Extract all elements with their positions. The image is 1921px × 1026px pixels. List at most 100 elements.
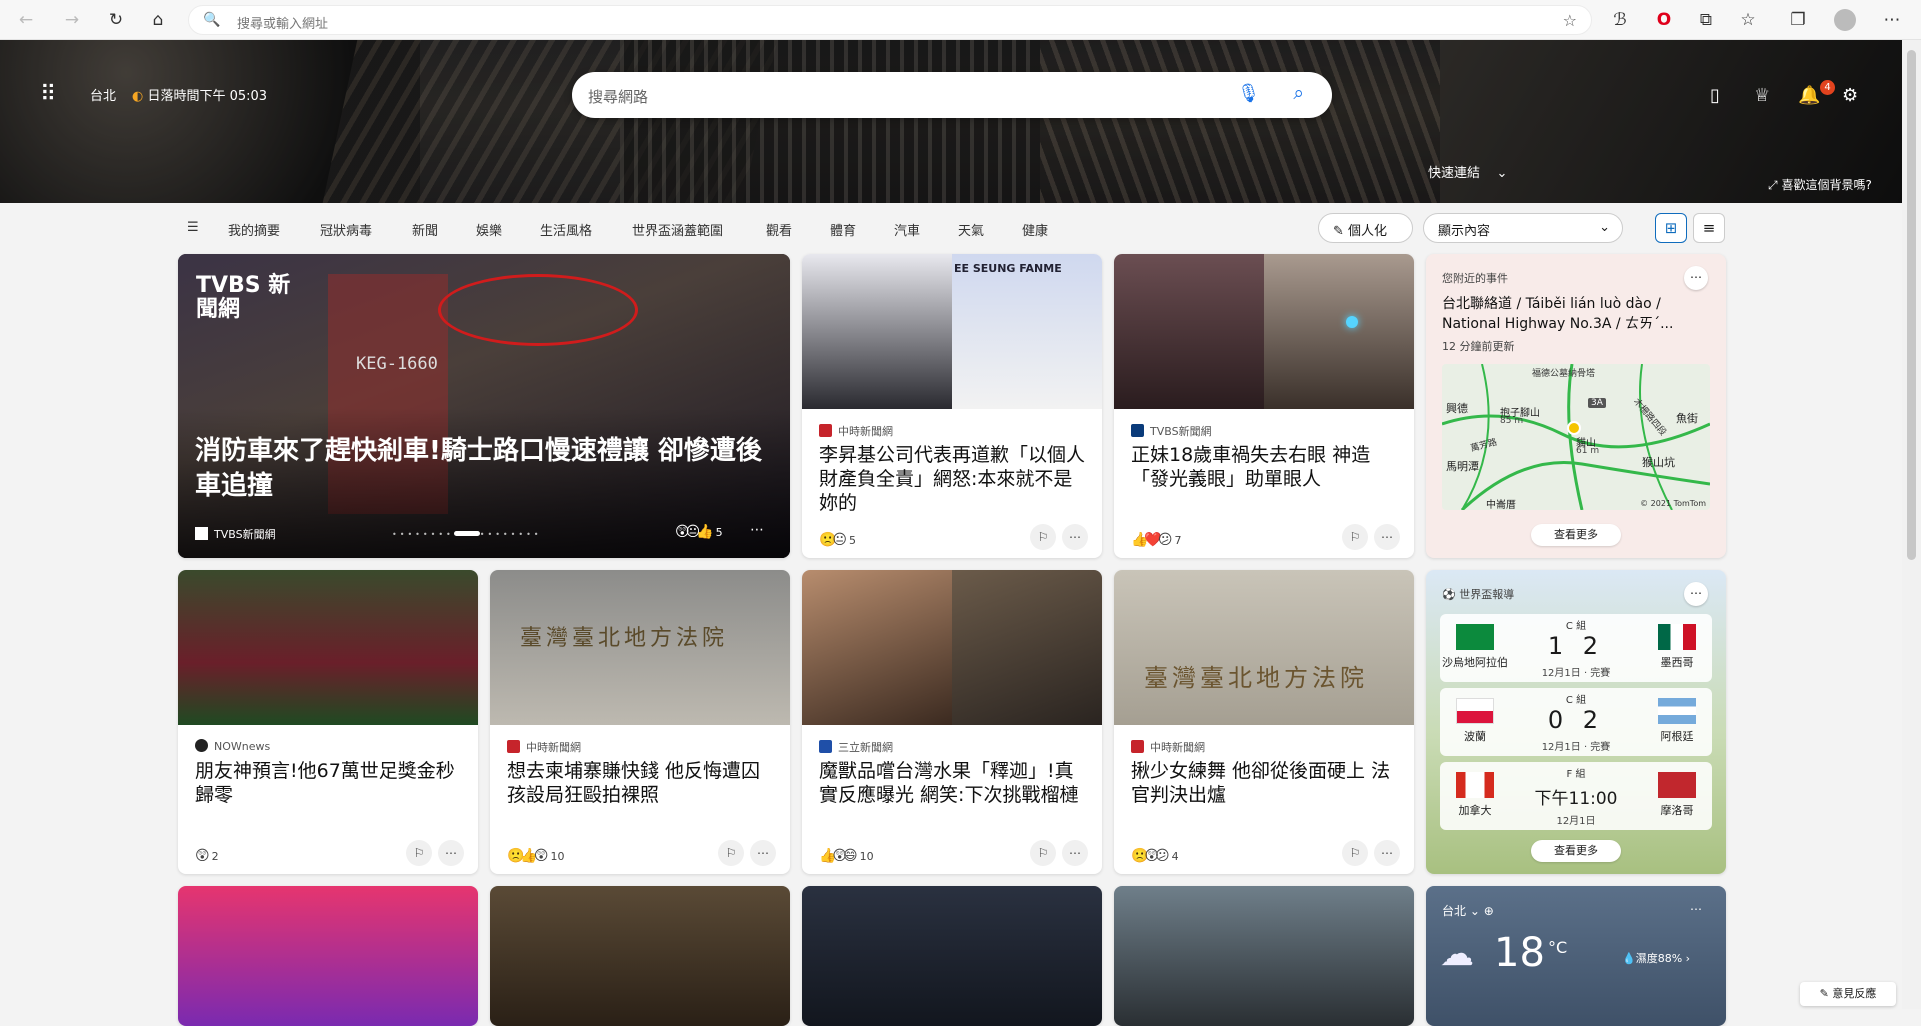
like-background-link[interactable]: ⤢ 喜歡這個背景嗎?	[1768, 176, 1872, 193]
article-card[interactable]: 三立新聞網 魔獸品嚐台灣水果「釋迦」!真實反應曝光 網笑:下次挑戰榴槤 👍😲😄 1…	[802, 570, 1102, 874]
save-icon[interactable]: ⚐	[1030, 524, 1056, 550]
article-card[interactable]: NOWnews 朋友神預言!他67萬世足獎金秒歸零 😲 2 ⚐ ⋯	[178, 570, 478, 874]
home-icon[interactable]: ⌂	[146, 8, 170, 32]
mobile-icon[interactable]: ▯	[1710, 85, 1720, 106]
save-icon[interactable]: ⚐	[1030, 840, 1056, 866]
notification-bell-icon[interactable]: 🔔	[1798, 85, 1820, 106]
browser-toolbar: ← → ↻ ⌂ 🔍 搜尋或輸入網址 ☆ ℬ O ⧉ ☆ ❐ ⋯	[0, 0, 1921, 40]
more-options-icon[interactable]: ⋯	[1684, 898, 1708, 922]
personalize-button[interactable]: ✎ 個人化	[1318, 213, 1413, 243]
profile-avatar[interactable]	[1834, 9, 1856, 31]
nav-item[interactable]: 天氣	[958, 220, 984, 239]
temperature-unit[interactable]: °C	[1548, 938, 1567, 957]
weather-location[interactable]: 台北 ⌄ ⊕	[1442, 902, 1494, 919]
web-search-box[interactable]: 搜尋網路 🎙 ⌕	[572, 72, 1332, 118]
more-options-icon[interactable]: ⋯	[1374, 524, 1400, 550]
fanmeeting-banner: EE SEUNG FANME	[954, 262, 1062, 275]
article-card[interactable]: EE SEUNG FANME 中時新聞網 李昇基公司代表再道歉「以個人財產負全責…	[802, 254, 1102, 558]
article-card[interactable]	[490, 886, 790, 1026]
page-scrollbar[interactable]	[1902, 40, 1921, 1009]
more-options-icon[interactable]: ⋯	[438, 840, 464, 866]
nav-item[interactable]: 冠狀病毒	[320, 220, 372, 239]
search-icon[interactable]: ⌕	[1293, 82, 1304, 104]
save-icon[interactable]: ⚐	[1342, 524, 1368, 550]
nav-item[interactable]: 觀看	[766, 220, 792, 239]
address-bar[interactable]: 🔍 搜尋或輸入網址 ☆	[188, 5, 1592, 35]
nav-item[interactable]: 健康	[1022, 220, 1048, 239]
microphone-icon[interactable]: 🎙	[1237, 83, 1260, 104]
article-reactions[interactable]: 👍❤️😕 7	[1131, 532, 1181, 548]
quick-links-toggle[interactable]: 快速連結 ⌄	[1428, 162, 1507, 181]
nav-item[interactable]: 汽車	[894, 220, 920, 239]
scrollbar-thumb[interactable]	[1907, 50, 1916, 560]
traffic-map[interactable]: 福德公墓納骨塔 興德 抱子腳山 85 m 魚街 木柵路四段 萬芳路 貓山 61 …	[1442, 364, 1710, 510]
refresh-icon[interactable]: ↻	[104, 8, 128, 32]
forward-icon[interactable]: →	[60, 8, 84, 32]
apps-grid-icon[interactable]: ⠿	[40, 82, 57, 107]
list-view-button[interactable]: ≡	[1693, 213, 1725, 243]
nav-item[interactable]: 我的摘要	[228, 220, 280, 239]
nav-item[interactable]: 世界盃涵蓋範圍	[632, 220, 723, 239]
menu-icon[interactable]: ☰	[187, 220, 199, 235]
grid-view-button[interactable]: ⊞	[1655, 213, 1687, 243]
rewards-icon[interactable]: ♕	[1754, 85, 1770, 106]
nav-item[interactable]: 生活風格	[540, 220, 592, 239]
featured-title[interactable]: 消防車來了趕快剎車!騎士路口慢速禮讓 卻慘遭後車追撞	[195, 434, 765, 504]
article-card[interactable]	[802, 886, 1102, 1026]
article-reactions[interactable]: 🙁😲😕 4	[1131, 848, 1179, 864]
location-label[interactable]: 台北	[90, 85, 116, 104]
more-options-icon[interactable]: ⋯	[750, 840, 776, 866]
collections-icon[interactable]: ❐	[1786, 8, 1810, 32]
nav-item[interactable]: 娛樂	[476, 220, 502, 239]
featured-reactions[interactable]: 😲😐👍 5	[675, 524, 723, 540]
article-card[interactable]: TVBS新聞網 正妹18歲車禍失去右眼 神造「發光義眼」助單眼人 👍❤️😕 7 ⚐…	[1114, 254, 1414, 558]
tvbs-watermark: TVBS 新聞網	[196, 273, 291, 322]
opera-icon[interactable]: O	[1652, 8, 1676, 32]
weather-widget[interactable]: 台北 ⌄ ⊕ ⋯ ☁ 18 °C 💧濕度88% ›	[1426, 886, 1726, 1026]
article-card[interactable]	[178, 886, 478, 1026]
article-title[interactable]: 李昇基公司代表再道歉「以個人財產負全責」網怒:本來就不是妳的	[819, 443, 1087, 515]
humidity[interactable]: 💧濕度88% ›	[1622, 950, 1690, 966]
save-icon[interactable]: ⚐	[718, 840, 744, 866]
save-icon[interactable]: ⚐	[1342, 840, 1368, 866]
nav-item[interactable]: 體育	[830, 220, 856, 239]
feedback-button[interactable]: ✎ 意見反應	[1800, 982, 1896, 1006]
see-more-button[interactable]: 查看更多	[1531, 524, 1621, 546]
match-card[interactable]: C 組 沙烏地阿拉伯 1 2 12月1日 · 完賽 墨西哥	[1440, 614, 1712, 682]
plate-text: KEG-1660	[356, 354, 438, 374]
article-title[interactable]: 揪少女練舞 他卻從後面硬上 法官判決出爐	[1131, 759, 1399, 807]
more-options-icon[interactable]: ⋯	[1684, 582, 1708, 606]
article-card[interactable]	[1114, 886, 1414, 1026]
more-options-icon[interactable]: ⋯	[1684, 266, 1708, 290]
more-options-icon[interactable]: ⋯	[1062, 524, 1088, 550]
settings-more-icon[interactable]: ⋯	[1880, 8, 1904, 32]
article-reactions[interactable]: 🙁😐 5	[819, 532, 856, 548]
match-card[interactable]: C 組 波蘭 0 2 12月1日 · 完賽 阿根廷	[1440, 688, 1712, 756]
traffic-title[interactable]: 台北聯絡道 / Táiběi lián luò dào / National H…	[1442, 294, 1710, 334]
back-icon[interactable]: ←	[14, 8, 38, 32]
see-more-button[interactable]: 查看更多	[1531, 840, 1621, 862]
article-title[interactable]: 想去柬埔寨賺快錢 他反悔遭囚孩設局狂毆拍裸照	[507, 759, 775, 807]
match-card[interactable]: F 組 加拿大 下午11:00 12月1日 摩洛哥	[1440, 762, 1712, 830]
gear-icon[interactable]: ⚙	[1842, 85, 1858, 106]
article-reactions[interactable]: 👍😲😄 10	[819, 848, 874, 864]
more-options-icon[interactable]: ⋯	[1374, 840, 1400, 866]
carousel-dots[interactable]: •••••••• ••••••••	[392, 530, 542, 539]
more-options-icon[interactable]: ⋯	[1062, 840, 1088, 866]
article-title[interactable]: 朋友神預言!他67萬世足獎金秒歸零	[195, 759, 463, 807]
add-favorite-icon[interactable]: ☆	[1563, 11, 1577, 30]
article-card[interactable]: 臺灣臺北地方法院 中時新聞網 揪少女練舞 他卻從後面硬上 法官判決出爐 🙁😲😕 4…	[1114, 570, 1414, 874]
article-title[interactable]: 正妹18歲車禍失去右眼 神造「發光義眼」助單眼人	[1131, 443, 1399, 491]
extension-icon[interactable]: ℬ	[1608, 8, 1632, 32]
article-title[interactable]: 魔獸品嚐台灣水果「釋迦」!真實反應曝光 網笑:下次挑戰榴槤	[819, 759, 1087, 807]
favorites-icon[interactable]: ☆	[1736, 8, 1760, 32]
article-reactions[interactable]: 😲 2	[195, 848, 219, 864]
featured-article-card[interactable]: KEG-1660 TVBS 新聞網 消防車來了趕快剎車!騎士路口慢速禮讓 卻慘遭…	[178, 254, 790, 558]
show-content-select[interactable]: 顯示內容 ⌄	[1423, 213, 1623, 243]
save-icon[interactable]: ⚐	[406, 840, 432, 866]
more-options-icon[interactable]: ⋯	[750, 522, 764, 538]
article-reactions[interactable]: 🙁👍😲 10	[507, 848, 564, 864]
article-card[interactable]: 臺灣臺北地方法院 中時新聞網 想去柬埔寨賺快錢 他反悔遭囚孩設局狂毆拍裸照 🙁👍…	[490, 570, 790, 874]
extensions-puzzle-icon[interactable]: ⧉	[1694, 8, 1718, 32]
nav-item[interactable]: 新聞	[412, 220, 438, 239]
